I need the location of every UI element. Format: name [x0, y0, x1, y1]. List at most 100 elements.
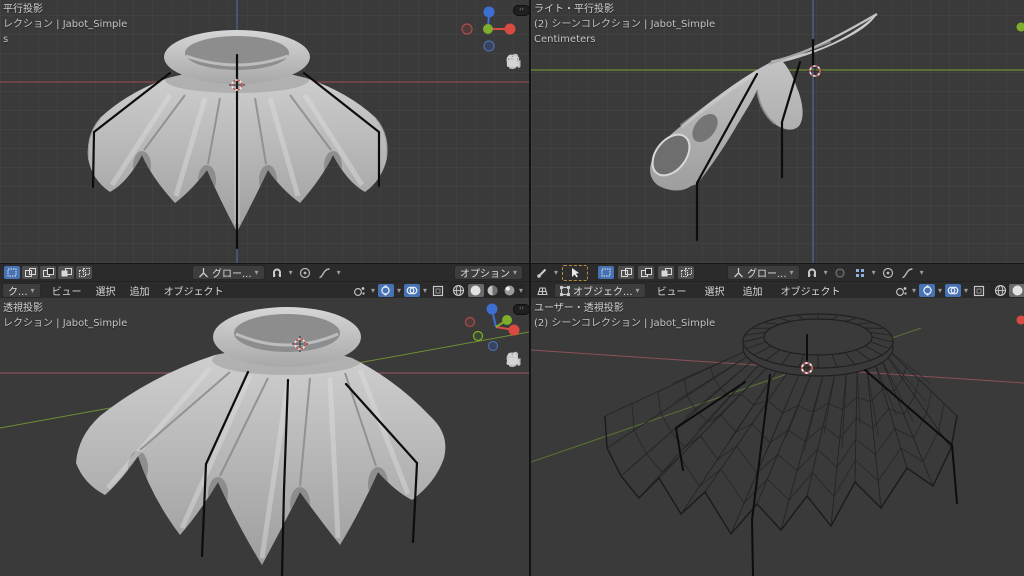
menu-object[interactable]: オブジェクト [774, 283, 848, 298]
options-dropdown[interactable]: オプション ▾ [454, 265, 523, 280]
nav-controls-front[interactable] [504, 52, 522, 139]
jabot-model-persp[interactable] [76, 307, 445, 565]
snap-magnet-icon[interactable] [804, 266, 820, 279]
select-mode-extend-icon[interactable] [22, 266, 38, 279]
viewport-right-ortho[interactable]: ライト・平行投影 (2) シーンコレクション | Jabot_Simple Ce… [531, 0, 1024, 263]
jabot-model-side[interactable] [645, 14, 877, 191]
proportional-editing-icon[interactable] [880, 266, 896, 279]
mode-label: オブジェク... [573, 283, 633, 298]
select-mode-set-icon[interactable] [4, 266, 20, 279]
transform-orientation-dropdown[interactable]: グロー... ▾ [727, 265, 800, 280]
show-overlays-icon[interactable] [404, 284, 420, 297]
toggle-xray-icon[interactable] [430, 284, 446, 297]
viewport-user-persp-wire[interactable]: ユーザー・透視投影 (2) シーンコレクション | Jabot_Simple [531, 298, 1024, 576]
right-ortho-scene [531, 0, 1024, 263]
chevron-down-icon: ▾ [636, 287, 640, 295]
axis-gizmo[interactable] [462, 7, 516, 52]
axis-z-neg [484, 41, 494, 51]
front-ortho-scene [0, 0, 529, 263]
axis-z-pos [487, 304, 498, 315]
viewport-header-left: ク... ▾ ビュー 選択 追加 オブジェクト ▾ ▾ ▾ [0, 282, 529, 299]
select-mode-subtract-icon[interactable] [40, 266, 56, 279]
show-gizmo-icon[interactable] [919, 284, 935, 297]
snap-magnet-icon[interactable] [269, 266, 285, 279]
wireframe-scene [531, 298, 1024, 576]
nav-controls-persp[interactable] [504, 350, 522, 437]
grid-ortho-icon[interactable] [504, 121, 522, 139]
mode-dropdown[interactable]: ク... ▾ [2, 283, 41, 298]
chevron-down-icon: ▾ [519, 287, 523, 295]
chevron-down-icon: ▾ [423, 287, 427, 295]
object-types-visibility-icon[interactable] [352, 284, 368, 297]
clipped-gizmo-x-dot [1017, 316, 1024, 325]
menu-add[interactable]: 追加 [123, 283, 157, 298]
pan-hand-icon[interactable] [504, 373, 522, 391]
select-mode-cluster [4, 265, 92, 280]
axis-z-neg [489, 342, 498, 351]
header-menus-left: ク... ▾ ビュー 選択 追加 オブジェクト [2, 283, 231, 298]
proportional-falloff-icon[interactable] [900, 266, 916, 279]
grid-persp-icon[interactable] [504, 419, 522, 437]
select-mode-invert-icon[interactable] [58, 266, 74, 279]
menu-view[interactable]: ビュー [650, 283, 694, 298]
shading-solid-icon[interactable] [1009, 284, 1024, 297]
menu-select[interactable]: 選択 [698, 283, 732, 298]
chevron-down-icon: ▾ [938, 287, 942, 295]
transform-orientation-dropdown[interactable]: グロー... ▾ [192, 265, 265, 280]
camera-icon[interactable] [504, 396, 522, 414]
shading-material-icon[interactable] [485, 284, 501, 297]
toggle-xray-icon[interactable] [971, 284, 987, 297]
axis-gizmo[interactable] [466, 304, 520, 351]
proportional-editing-icon[interactable] [297, 266, 313, 279]
proportional-falloff-icon[interactable] [317, 266, 333, 279]
select-mode-subtract-icon[interactable] [638, 266, 654, 279]
shading-wireframe-icon[interactable] [451, 284, 467, 297]
axis-x-pos [505, 24, 516, 35]
show-gizmo-icon[interactable] [378, 284, 394, 297]
header-display-cluster-right: ▾ ▾ ▾ [893, 283, 1024, 298]
select-mode-intersect-icon[interactable] [678, 266, 694, 279]
viewport-user-persp-solid[interactable]: 透視投影 レクション | Jabot_Simple ‹› [0, 298, 529, 576]
select-box-tool-button[interactable] [562, 265, 588, 281]
menu-object[interactable]: オブジェクト [157, 283, 231, 298]
axis-y-pos [502, 315, 512, 325]
shading-wireframe-icon[interactable] [992, 284, 1008, 297]
mode-label: ク... [8, 283, 28, 298]
show-overlays-icon[interactable] [945, 284, 961, 297]
toolbar-strip-right: ▾ グロー... ▾ ▾ ▾ [531, 263, 1024, 300]
camera-icon[interactable] [504, 98, 522, 116]
tool-dropdown-icon[interactable] [534, 266, 550, 279]
axis-y-pos [483, 24, 493, 34]
menu-select[interactable]: 選択 [89, 283, 123, 298]
object-mode-icon [560, 286, 570, 296]
snap-increment-icon[interactable] [852, 266, 868, 279]
select-mode-set-icon[interactable] [598, 266, 614, 279]
select-mode-intersect-icon[interactable] [76, 266, 92, 279]
jabot-model-wireframe[interactable] [605, 314, 957, 534]
viewport-front-ortho[interactable]: 平行投影 レクション | Jabot_Simple s ‹› [0, 0, 529, 263]
menu-add[interactable]: 追加 [736, 283, 770, 298]
snap-target-icon[interactable] [832, 266, 848, 279]
mode-dropdown[interactable]: オブジェク... ▾ [554, 283, 646, 298]
shading-rendered-icon[interactable] [502, 284, 518, 297]
options-cluster: オプション ▾ [454, 265, 523, 280]
chevron-down-icon: ▾ [824, 269, 828, 277]
snap-cluster-right: グロー... ▾ ▾ ▾ ▾ [727, 265, 924, 280]
menu-view[interactable]: ビュー [45, 283, 89, 298]
axis-y-neg [474, 332, 483, 341]
select-mode-invert-icon[interactable] [658, 266, 674, 279]
pan-hand-icon[interactable] [504, 75, 522, 93]
area-scroll-pill[interactable]: ‹› [513, 5, 529, 16]
snap-cluster-left: グロー... ▾ ▾ ▾ [192, 265, 341, 280]
chevron-down-icon: ▾ [964, 287, 968, 295]
select-mode-extend-icon[interactable] [618, 266, 634, 279]
editor-type-icon[interactable] [534, 284, 550, 297]
header-menus-right: オブジェク... ▾ ビュー 選択 追加 オブジェクト [534, 283, 848, 298]
chevron-down-icon: ▾ [255, 269, 259, 277]
area-divider[interactable] [529, 0, 531, 576]
shading-solid-icon[interactable] [468, 284, 484, 297]
orientation-icon [198, 267, 209, 278]
shading-mode-group [990, 283, 1024, 298]
area-scroll-pill[interactable]: ‹› [513, 304, 529, 315]
object-types-visibility-icon[interactable] [893, 284, 909, 297]
